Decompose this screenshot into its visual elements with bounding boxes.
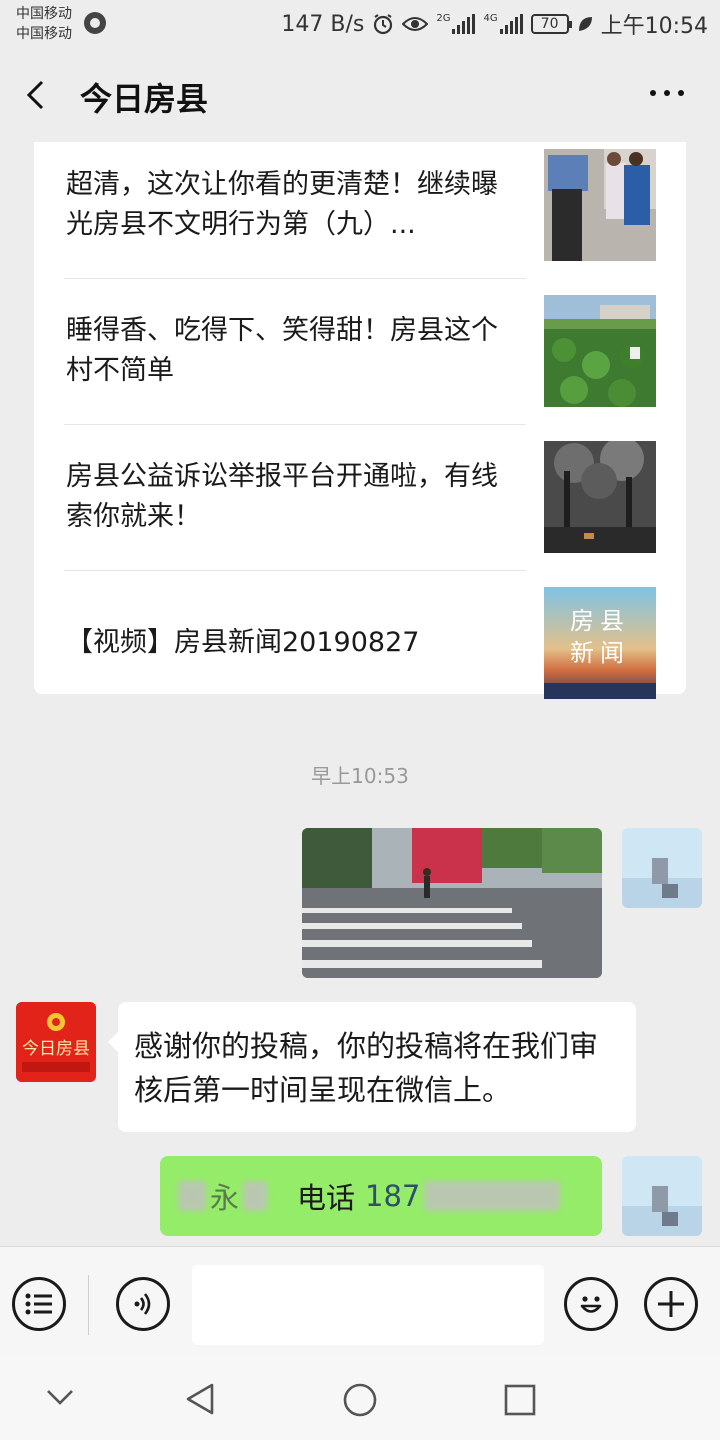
emoji-icon[interactable] xyxy=(564,1277,618,1331)
nav-back-icon[interactable] xyxy=(184,1382,216,1416)
carrier-1: 中国移动 xyxy=(16,6,72,22)
article-thumbnail: 房县 新闻 xyxy=(544,587,656,699)
divider xyxy=(88,1275,89,1335)
message-timestamp: 早上10:53 xyxy=(311,764,409,788)
signal-icon-1 xyxy=(452,14,476,34)
leaf-icon xyxy=(578,17,592,31)
thumb-text-2: 新闻 xyxy=(570,639,630,667)
blurred-text xyxy=(424,1181,561,1211)
chevron-down-icon[interactable] xyxy=(46,1388,74,1406)
article-thumbnail xyxy=(544,441,656,553)
article-title: 睡得香、吃得下、笑得甜！房县这个村不简单 xyxy=(66,315,498,386)
image-message[interactable] xyxy=(302,828,602,978)
article-item[interactable]: 房县公益诉讼举报平台开通啦，有线索你就来！ xyxy=(64,424,656,570)
user-avatar[interactable] xyxy=(622,828,702,908)
net-speed: 147 B/s xyxy=(281,11,365,37)
net-badge-4g: 4G xyxy=(483,13,498,24)
menu-toggle-icon[interactable] xyxy=(12,1277,66,1331)
blurred-text xyxy=(243,1181,268,1211)
chat-area[interactable]: 超清，这次让你看的更清楚！继续曝光房县不文明行为第（九）... 睡得香、吃得下、… xyxy=(0,142,720,1246)
official-account-avatar[interactable]: 今日房县 xyxy=(16,1002,96,1082)
phone-label: 电话 xyxy=(297,1181,356,1215)
chat-title: 今日房县 xyxy=(80,80,209,118)
message-input[interactable] xyxy=(192,1265,544,1345)
nav-recents-icon[interactable] xyxy=(504,1384,536,1416)
eye-icon xyxy=(402,17,429,31)
chat-header: 今日房县 xyxy=(0,50,720,142)
article-title: 房县公益诉讼举报平台开通啦，有线索你就来！ xyxy=(66,461,498,532)
clock: 上午10:54 xyxy=(600,14,708,39)
article-item[interactable]: 超清，这次让你看的更清楚！继续曝光房县不文明行为第（九）... xyxy=(64,142,656,278)
article-title: 【视频】房县新闻20190827 xyxy=(66,627,420,658)
article-item[interactable]: 睡得香、吃得下、笑得甜！房县这个村不简单 xyxy=(64,278,656,424)
blurred-text xyxy=(178,1181,206,1211)
system-nav-bar xyxy=(0,1358,720,1440)
net-badge-2g: 2G xyxy=(436,13,451,24)
signal-icon-2 xyxy=(499,14,523,34)
bot-reply-bubble[interactable]: 感谢你的投稿，你的投稿将在我们审核后第一时间呈现在微信上。 xyxy=(108,1002,636,1132)
hotspot-icon xyxy=(84,12,106,34)
add-more-icon[interactable] xyxy=(644,1277,698,1331)
article-thumbnail xyxy=(544,295,656,407)
user-message-bubble[interactable]: 永 电话 187 xyxy=(160,1156,602,1236)
carrier-labels: 中国移动 中国移动 xyxy=(16,4,72,44)
back-arrow-icon[interactable] xyxy=(22,80,52,110)
article-title: 超清，这次让你看的更清楚！继续曝光房县不文明行为第（九）... xyxy=(66,169,498,240)
thumb-text-1: 房县 xyxy=(570,607,630,635)
status-right: 147 B/s 2G 4G 70 上午10:54 xyxy=(281,8,708,40)
phone-number: 187 xyxy=(365,1179,421,1213)
user-avatar[interactable] xyxy=(622,1156,702,1236)
article-thumbnail xyxy=(544,149,656,261)
voice-input-icon[interactable] xyxy=(116,1277,170,1331)
nav-home-icon[interactable] xyxy=(342,1382,378,1418)
status-bar: 中国移动 中国移动 147 B/s 2G 4G 70 上午10:54 xyxy=(0,0,720,50)
alarm-icon xyxy=(374,14,393,35)
more-options-icon[interactable] xyxy=(650,90,684,96)
user-name-fragment: 永 xyxy=(210,1181,240,1215)
article-item[interactable]: 【视频】房县新闻20190827 房县 新闻 xyxy=(64,570,656,716)
carrier-2: 中国移动 xyxy=(16,26,72,42)
input-bar xyxy=(0,1246,720,1358)
battery-level: 70 xyxy=(540,16,559,32)
article-card: 超清，这次让你看的更清楚！继续曝光房县不文明行为第（九）... 睡得香、吃得下、… xyxy=(34,142,686,699)
battery-icon: 70 xyxy=(530,14,572,34)
avatar-logo-text: 今日房县 xyxy=(22,1039,90,1059)
